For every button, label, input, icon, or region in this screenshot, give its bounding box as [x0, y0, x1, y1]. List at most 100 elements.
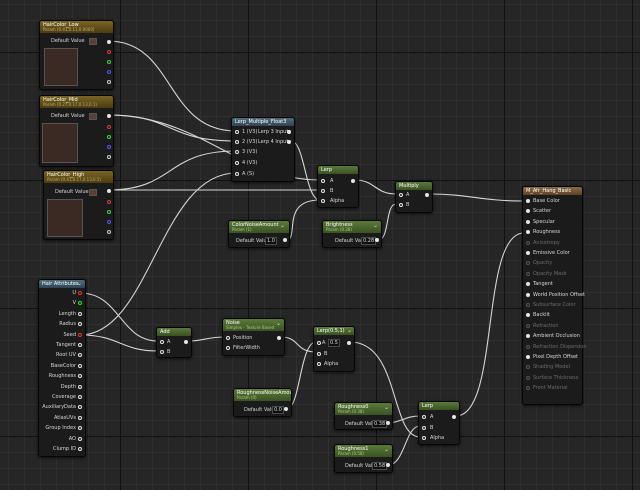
haircolor-low-node[interactable]: HairColor_Low Param (0.41,0.11,0.0000) D…	[39, 20, 114, 90]
output-pin-icon[interactable]	[283, 238, 287, 242]
collapse-chevron-icon[interactable]: ⌄	[384, 405, 389, 411]
output-pin-icon[interactable]	[107, 200, 111, 204]
collapse-chevron-icon[interactable]: ⌄	[384, 447, 389, 453]
output-pin-icon[interactable]	[78, 436, 82, 441]
output-pin-icon[interactable]	[107, 135, 111, 139]
output-pin-icon[interactable]	[107, 70, 111, 74]
output-pin-icon[interactable]	[107, 230, 111, 234]
node-header[interactable]: HairColor_High Param (0.41,0.17,0.13,0.5…	[44, 171, 113, 183]
input-pin-icon[interactable]	[526, 386, 530, 391]
input-pin-icon[interactable]	[160, 350, 164, 354]
output-pin-icon[interactable]	[78, 415, 82, 420]
output-pin-icon[interactable]	[78, 353, 82, 358]
input-pin-icon[interactable]	[422, 426, 426, 430]
output-pin-icon[interactable]	[277, 336, 281, 340]
input-pin-icon[interactable]	[526, 240, 530, 245]
output-pin-icon[interactable]	[107, 125, 111, 129]
node-header[interactable]: RoughnessNoiseAmount Param (0)	[234, 389, 291, 401]
output-pin-icon[interactable]	[107, 145, 111, 149]
input-pin-icon[interactable]	[526, 355, 530, 359]
input-pin-icon[interactable]	[399, 193, 403, 197]
input-pin-icon[interactable]	[526, 292, 530, 297]
input-pin-icon[interactable]	[526, 313, 530, 318]
output-pin-icon[interactable]	[284, 407, 288, 411]
node-header[interactable]: Lerp	[318, 166, 358, 174]
input-pin-icon[interactable]	[321, 189, 325, 193]
lerp-multiple-float3-node[interactable]: Lerp_Multiple_Float3 1 (V3) 2 (V3) 3 (V3…	[231, 117, 295, 182]
input-pin-icon[interactable]	[399, 203, 403, 207]
input-pin-icon[interactable]	[235, 161, 239, 165]
collapse-chevron-icon[interactable]: ⌄	[280, 223, 285, 229]
roughness1-node[interactable]: Roughness1 Param (0.58) ⌄ Default Value …	[334, 444, 393, 473]
input-pin-icon[interactable]	[526, 282, 530, 287]
output-pin-icon[interactable]	[78, 447, 82, 451]
input-pin-icon[interactable]	[235, 130, 239, 134]
output-pin-icon[interactable]	[347, 341, 351, 345]
haircolor-mid-node[interactable]: HairColor_Mid Param (0.27,0.17,0.13,0.1)…	[39, 95, 114, 167]
collapse-chevron-icon[interactable]: ⌄	[276, 321, 281, 327]
node-header[interactable]: Lerp	[419, 402, 459, 410]
input-pin-icon[interactable]	[160, 340, 164, 344]
output-pin-icon[interactable]	[78, 343, 82, 347]
material-result-node[interactable]: M_Afr_Hang_Basic Base Color Scatter Specul…	[522, 186, 587, 405]
output-pin-icon[interactable]	[375, 238, 379, 242]
output-pin-icon[interactable]	[78, 405, 82, 410]
input-pin-icon[interactable]	[526, 303, 530, 307]
input-pin-icon[interactable]	[526, 199, 530, 203]
input-pin-icon[interactable]	[235, 150, 239, 154]
output-pin-icon[interactable]	[107, 189, 111, 193]
input-pin-icon[interactable]	[526, 251, 530, 255]
output-pin-icon[interactable]	[107, 50, 111, 54]
collapse-chevron-icon[interactable]: ⌄	[77, 281, 82, 287]
output-pin-icon[interactable]	[107, 80, 111, 84]
multiply-node[interactable]: Multiply A B	[395, 181, 433, 213]
output-pin-icon[interactable]	[287, 140, 291, 144]
input-pin-icon[interactable]	[235, 140, 239, 144]
input-pin-icon[interactable]	[526, 261, 530, 266]
input-pin-icon[interactable]	[226, 346, 230, 350]
input-pin-icon[interactable]	[526, 271, 530, 276]
output-pin-icon[interactable]	[107, 60, 111, 64]
output-pin-icon[interactable]	[287, 130, 291, 134]
default-value-field[interactable]: 1.0	[265, 237, 277, 245]
node-header[interactable]: HairColor_Mid Param (0.27,0.17,0.13,0.1)	[40, 96, 113, 108]
lerp-roughness-node[interactable]: Lerp A B Alpha	[418, 401, 460, 445]
input-pin-icon[interactable]	[526, 344, 530, 349]
node-header[interactable]: Multiply	[396, 182, 432, 190]
node-header[interactable]: Noise Simplex - Texture Based	[223, 319, 284, 331]
default-value-field[interactable]: 0.28	[361, 237, 377, 245]
roughness-noise-amount-node[interactable]: RoughnessNoiseAmount Param (0) Default V…	[233, 388, 292, 417]
input-pin-icon[interactable]	[526, 365, 530, 370]
output-pin-icon[interactable]	[78, 374, 82, 379]
roughness0-node[interactable]: Roughness0 Param (0.38) ⌄ Default Value …	[334, 402, 393, 430]
input-pin-icon[interactable]	[526, 230, 530, 235]
default-value-field[interactable]: 0.0	[272, 406, 284, 414]
lerp-05-1-node[interactable]: Lerp(0.5,1) ⌄ A 0.5 B Alpha	[313, 326, 355, 372]
add-node[interactable]: Add A B	[156, 327, 192, 358]
collapse-chevron-icon[interactable]: ⌄	[347, 328, 352, 334]
output-pin-icon[interactable]	[107, 40, 111, 44]
output-pin-icon[interactable]	[107, 114, 111, 118]
input-pin-icon[interactable]	[317, 341, 321, 345]
color-swatch[interactable]	[89, 189, 97, 196]
input-pin-icon[interactable]	[321, 179, 325, 183]
output-pin-icon[interactable]	[425, 193, 429, 197]
output-pin-icon[interactable]	[78, 332, 82, 337]
input-pin-icon[interactable]	[526, 375, 530, 380]
output-pin-icon[interactable]	[107, 210, 111, 214]
output-pin-icon[interactable]	[386, 421, 390, 425]
output-pin-icon[interactable]	[452, 415, 456, 419]
color-swatch[interactable]	[89, 38, 97, 45]
haircolor-high-node[interactable]: HairColor_High Param (0.41,0.17,0.13,0.5…	[43, 170, 114, 240]
output-pin-icon[interactable]	[351, 179, 355, 183]
output-pin-icon[interactable]	[184, 340, 188, 344]
color-swatch[interactable]	[89, 113, 97, 120]
input-pin-icon[interactable]	[526, 323, 530, 328]
input-pin-icon[interactable]	[226, 336, 230, 340]
lerp-node[interactable]: Lerp A B Alpha	[317, 165, 359, 208]
input-pin-icon[interactable]	[526, 209, 530, 214]
input-pin-icon[interactable]	[422, 436, 426, 440]
collapse-chevron-icon[interactable]: ⌄	[373, 223, 378, 229]
output-pin-icon[interactable]	[78, 311, 82, 316]
output-pin-icon[interactable]	[78, 426, 82, 431]
